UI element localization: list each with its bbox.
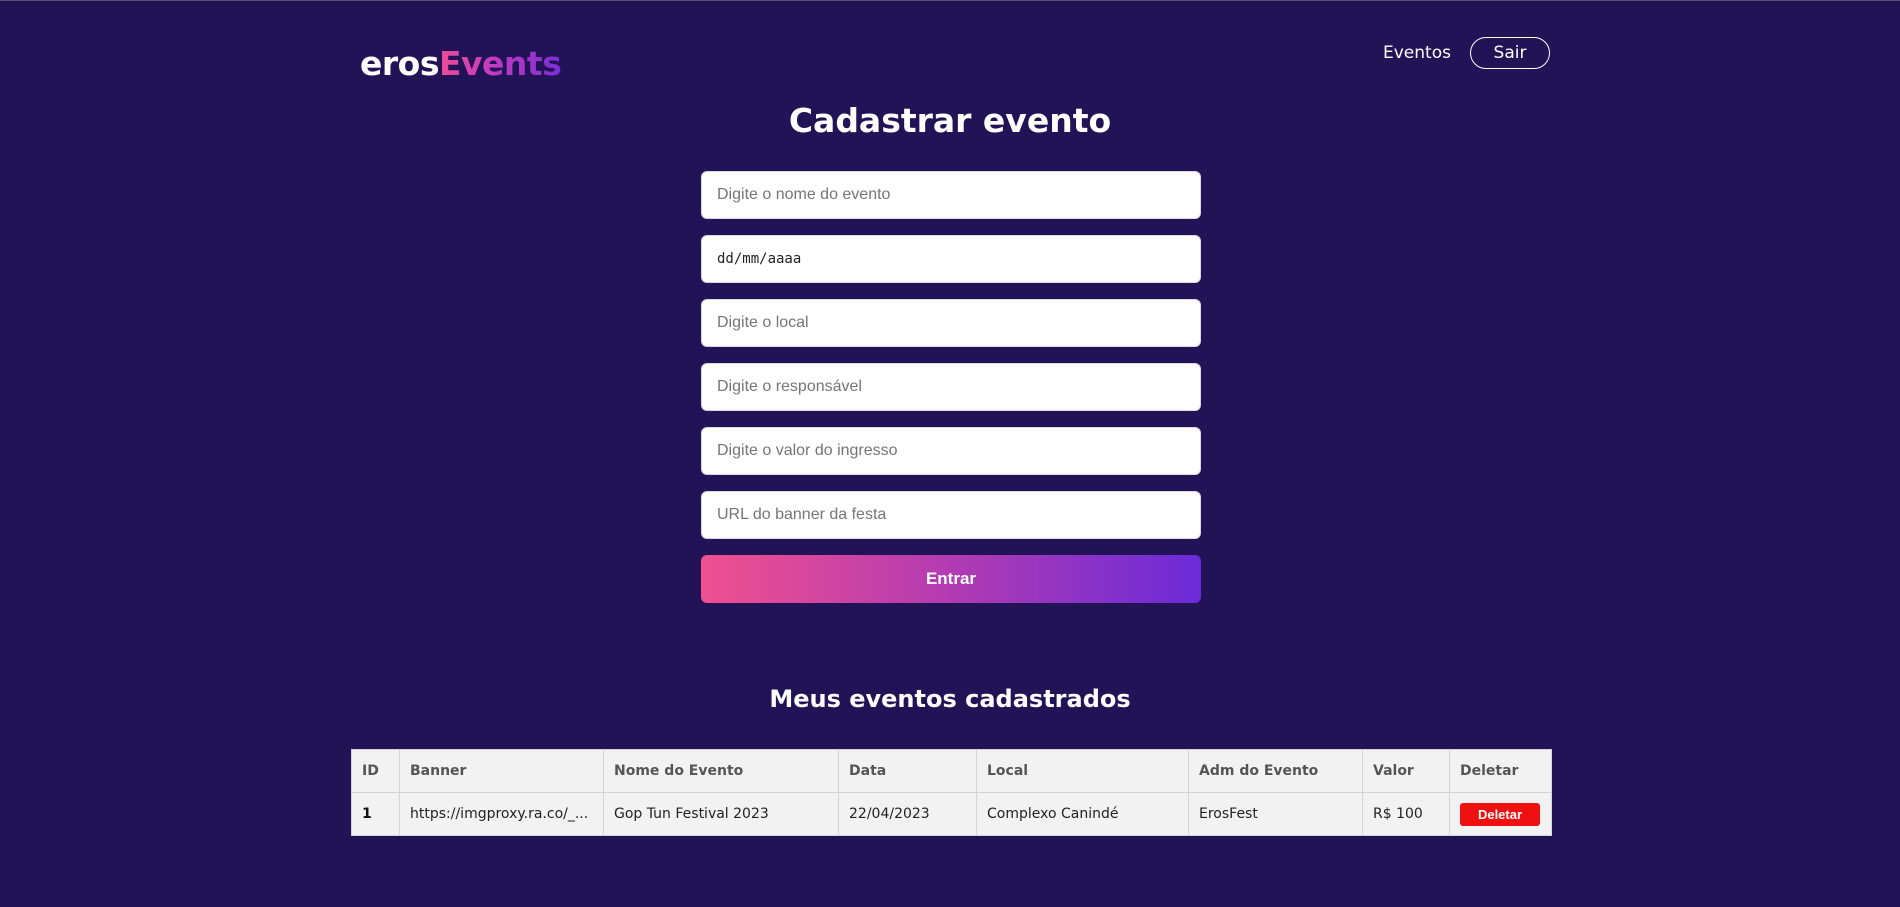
- logo[interactable]: erosEvents: [360, 44, 562, 83]
- column-header-delete: Deletar: [1449, 749, 1552, 793]
- event-price-input[interactable]: [701, 427, 1201, 475]
- column-header-price: Valor: [1362, 749, 1450, 793]
- cell-banner: https://imgproxy.ra.co/_...: [399, 792, 604, 836]
- submit-button[interactable]: Entrar: [701, 555, 1201, 603]
- logo-text-eros: eros: [360, 44, 439, 83]
- page: erosEvents Eventos Sair Cadastrar evento…: [0, 0, 1900, 907]
- event-name-input[interactable]: [701, 171, 1201, 219]
- cell-delete: Deletar: [1449, 792, 1552, 836]
- event-location-input[interactable]: [701, 299, 1201, 347]
- column-header-date: Data: [838, 749, 977, 793]
- delete-button[interactable]: Deletar: [1460, 802, 1540, 826]
- cell-admin: ErosFest: [1188, 792, 1363, 836]
- event-date-input[interactable]: [701, 235, 1201, 283]
- page-title: Cadastrar evento: [788, 101, 1112, 140]
- cell-date: 22/04/2023: [838, 792, 977, 836]
- column-header-location: Local: [976, 749, 1189, 793]
- logout-button[interactable]: Sair: [1470, 37, 1550, 69]
- column-header-id: ID: [351, 749, 400, 793]
- events-section-title: Meus eventos cadastrados: [769, 685, 1131, 713]
- events-table: ID Banner Nome do Evento Data Local Adm …: [351, 749, 1552, 836]
- header: erosEvents Eventos Sair: [352, 1, 1550, 91]
- event-responsible-input[interactable]: [701, 363, 1201, 411]
- table-header-row: ID Banner Nome do Evento Data Local Adm …: [351, 749, 1552, 793]
- column-header-banner: Banner: [399, 749, 604, 793]
- event-banner-input[interactable]: [701, 491, 1201, 539]
- column-header-name: Nome do Evento: [603, 749, 839, 793]
- nav-link-eventos[interactable]: Eventos: [1383, 43, 1451, 63]
- logo-text-events: Events: [438, 44, 562, 83]
- table-row: 1 https://imgproxy.ra.co/_... Gop Tun Fe…: [351, 792, 1552, 836]
- event-form: Entrar: [701, 171, 1201, 603]
- cell-id: 1: [351, 792, 400, 836]
- cell-name: Gop Tun Festival 2023: [603, 792, 839, 836]
- column-header-admin: Adm do Evento: [1188, 749, 1363, 793]
- cell-price: R$ 100: [1362, 792, 1450, 836]
- cell-location: Complexo Canindé: [976, 792, 1189, 836]
